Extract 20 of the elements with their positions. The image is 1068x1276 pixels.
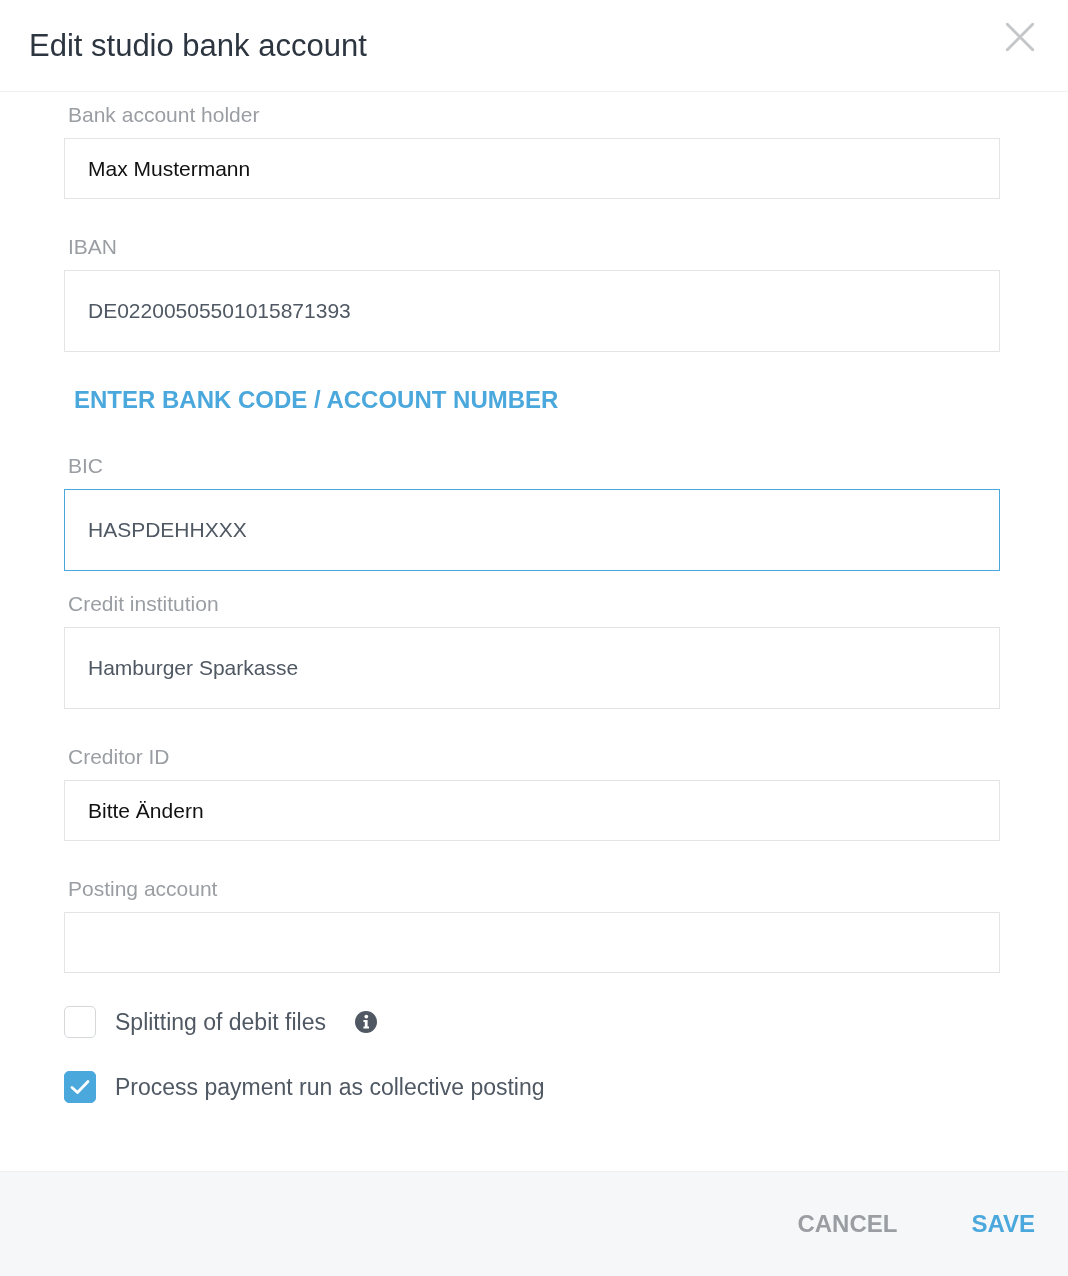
close-icon[interactable]: [1006, 22, 1034, 51]
text-field[interactable]: Bitte Ändern: [64, 780, 1000, 841]
text-field[interactable]: DE02200505501015871393: [64, 270, 1000, 352]
info-icon[interactable]: [354, 1011, 377, 1033]
checkbox[interactable]: [64, 1071, 96, 1103]
text-field[interactable]: HASPDEHHXXX: [64, 489, 1000, 571]
checkbox-label: Process payment run as collective posting: [115, 1073, 545, 1102]
text-field[interactable]: Max Mustermann: [64, 138, 1000, 199]
field-label: Creditor ID: [67, 744, 171, 770]
checkbox-label: Splitting of debit files: [115, 1008, 326, 1037]
field-label: BIC: [67, 453, 104, 479]
field-label: Credit institution: [67, 591, 220, 617]
field-label: Posting account: [67, 876, 219, 902]
field-label: Bank account holder: [67, 102, 261, 128]
text-field[interactable]: Hamburger Sparkasse: [64, 627, 1000, 709]
dialog-title: Edit studio bank account: [29, 26, 367, 65]
text-field[interactable]: [64, 912, 1000, 973]
check-icon: [70, 1079, 90, 1095]
checkbox[interactable]: [64, 1006, 96, 1038]
field-label: IBAN: [67, 234, 118, 260]
